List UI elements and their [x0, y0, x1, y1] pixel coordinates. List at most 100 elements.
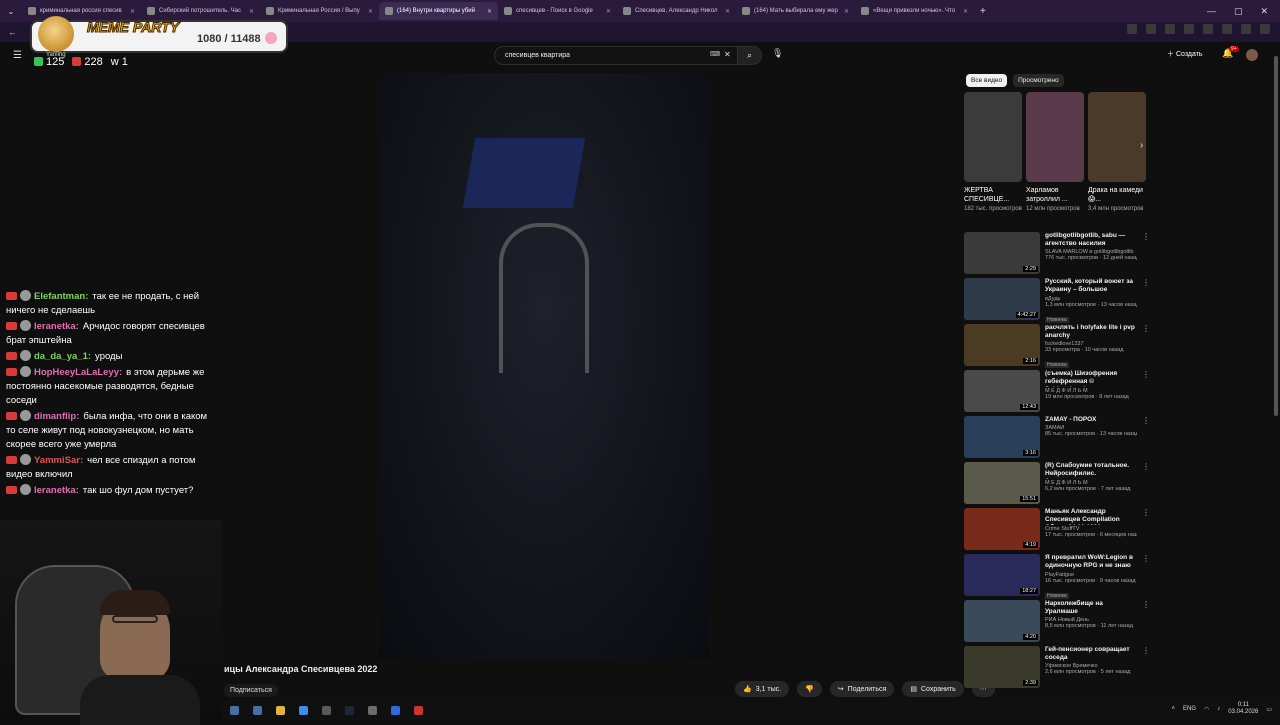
chevron-right-icon[interactable]: › — [1140, 140, 1143, 151]
short-title[interactable]: Харламов затроллил ... — [1026, 186, 1084, 204]
video-thumbnail[interactable]: 4:19 — [964, 508, 1040, 550]
star-icon[interactable] — [1184, 24, 1194, 34]
tab-close-icon[interactable]: ✕ — [368, 8, 373, 15]
start-icon[interactable] — [230, 705, 239, 715]
tab-close-icon[interactable]: ✕ — [487, 8, 492, 15]
tray-chevron-icon[interactable]: ˄ — [1172, 706, 1176, 712]
video-title[interactable]: расчлять i holyfake lite i pvp anarchy — [1045, 324, 1137, 340]
recommended-video[interactable]: 4:42:27 Русский, который воюет за Украину… — [964, 278, 1150, 324]
recommended-video[interactable]: 12:43 (съемка) Шизофрения гебефренная © S… — [964, 370, 1150, 416]
search-button[interactable]: ⌕ — [738, 46, 762, 65]
video-title[interactable]: (R) Слабоумие тотальное. Нейросифилис. А… — [1045, 462, 1137, 479]
wallet-icon[interactable] — [1203, 24, 1213, 34]
page-scrollbar[interactable] — [1274, 56, 1278, 416]
browser-tab[interactable]: (164) Внутри квартиры убий ✕ — [379, 2, 498, 20]
search-task-icon[interactable] — [253, 705, 262, 715]
chat-username[interactable]: HopHeeyLaLaLeyy: — [34, 367, 122, 378]
profile-icon[interactable] — [1260, 24, 1270, 34]
more-options-icon[interactable]: ⋮ — [1142, 324, 1150, 370]
filter-chip[interactable]: Просмотрено — [1013, 74, 1064, 87]
new-tab-button[interactable]: + — [980, 6, 986, 17]
browser-tab[interactable]: Криминальная Россия / Выпу ✕ — [260, 2, 379, 20]
filter-chip[interactable]: Все видео — [966, 74, 1008, 87]
more-options-icon[interactable]: ⋮ — [1142, 278, 1150, 324]
extensions-icon[interactable] — [1241, 24, 1251, 34]
video-thumbnail[interactable]: 4:42:27 — [964, 278, 1040, 320]
short-title[interactable]: Драка на камеди 😱... — [1088, 186, 1146, 204]
browser-tab[interactable]: спесивцев - Поиск в Google ✕ — [498, 2, 617, 20]
video-thumbnail[interactable]: 3:16 — [964, 416, 1040, 458]
volume-icon[interactable]: ♪ — [1217, 706, 1220, 712]
recording-icon[interactable] — [414, 705, 423, 715]
chat-username[interactable]: YammiSar: — [34, 455, 83, 466]
tab-menu-icon[interactable]: ⌄ — [0, 7, 22, 16]
recommended-video[interactable]: 4:19 Маньяк Александр Спесивцев Compilati… — [964, 508, 1150, 554]
wifi-icon[interactable]: ◠ — [1204, 706, 1209, 713]
more-options-icon[interactable]: ⋮ — [1142, 600, 1150, 646]
chat-username[interactable]: dimanflip: — [34, 411, 79, 422]
video-title[interactable]: Нарколежбище на Уралмаше — [1045, 600, 1137, 616]
video-player[interactable] — [379, 73, 709, 659]
short-thumbnail[interactable] — [1088, 92, 1146, 182]
tab-close-icon[interactable]: ✕ — [963, 8, 968, 15]
chat-username[interactable]: leranetka: — [34, 321, 79, 332]
recommended-video[interactable]: 2:39 Гей-пенсионер совращает соседа Уфимск… — [964, 646, 1150, 692]
explorer-icon[interactable] — [276, 705, 285, 715]
video-title[interactable]: ZAMAY - ПОРОХ — [1045, 416, 1137, 424]
search-input[interactable]: спесивцев квартира — [494, 46, 738, 65]
more-options-icon[interactable]: ⋮ — [1142, 554, 1150, 600]
account-avatar[interactable] — [1246, 49, 1258, 61]
create-button[interactable]: ＋ Создать — [1167, 49, 1203, 59]
video-title[interactable]: gotlibgotlibgotlib, sabu — агентство нас… — [1045, 232, 1137, 248]
short-thumbnail[interactable] — [1026, 92, 1084, 182]
save-button[interactable]: ▤ Сохранить — [902, 681, 964, 697]
video-thumbnail[interactable]: 2:29 — [964, 232, 1040, 274]
video-thumbnail[interactable]: 4:20 — [964, 600, 1040, 642]
video-thumbnail[interactable]: 18:27 — [964, 554, 1040, 596]
browser-icon[interactable] — [299, 705, 308, 715]
more-options-icon[interactable]: ⋮ — [1142, 646, 1150, 692]
recommended-video[interactable]: 2:29 gotlibgotlibgotlib, sabu — агентство… — [964, 232, 1150, 278]
video-title[interactable]: (съемка) Шизофрения гебефренная © Schizo… — [1045, 370, 1137, 387]
browser-tab[interactable]: «Вещи привезли ночью». Что ✕ — [855, 2, 974, 20]
zoom-icon[interactable] — [1146, 24, 1156, 34]
video-title[interactable]: Гей-пенсионер совращает соседа — [1045, 646, 1137, 662]
share-icon[interactable] — [1165, 24, 1175, 34]
video-thumbnail[interactable]: 12:43 — [964, 370, 1040, 412]
steam-icon[interactable] — [345, 705, 354, 715]
tab-close-icon[interactable]: ✕ — [606, 8, 611, 15]
tab-close-icon[interactable]: ✕ — [249, 8, 254, 15]
obs-icon[interactable] — [391, 705, 400, 715]
lang-indicator[interactable]: ENG — [1183, 706, 1196, 712]
more-options-icon[interactable]: ⋮ — [1142, 508, 1150, 554]
video-title[interactable]: Русский, который воюет за Украину – боль… — [1045, 278, 1137, 295]
tab-close-icon[interactable]: ✕ — [844, 8, 849, 15]
short-thumbnail[interactable] — [964, 92, 1022, 182]
share-button[interactable]: ↪ Поделиться — [829, 681, 895, 697]
video-thumbnail[interactable]: 2:16 — [964, 324, 1040, 366]
mic-icon[interactable]: 🎙 — [772, 48, 783, 59]
browser-tab[interactable]: (164) Мать выбирала ему жер ✕ — [736, 2, 855, 20]
browser-tab[interactable]: Спесивцев, Александр Никол ✕ — [617, 2, 736, 20]
tab-close-icon[interactable]: ✕ — [130, 8, 135, 15]
recommended-video[interactable]: 18:27 Я превратил WoW:Legion в одиночную … — [964, 554, 1150, 600]
clock[interactable]: 0:11 03.04.2026 — [1228, 702, 1258, 716]
short-item[interactable]: Харламов затроллил ... 12 млн просмотров — [1026, 92, 1084, 212]
menu-icon[interactable]: ☰ — [13, 50, 22, 61]
shield-icon[interactable] — [1222, 24, 1232, 34]
short-title[interactable]: ЖЕРТВА СПЕСИВЦЕ... — [964, 186, 1022, 204]
chat-username[interactable]: da_da_ya_1: — [34, 351, 91, 362]
more-options-icon[interactable]: ⋮ — [1142, 370, 1150, 416]
video-title[interactable]: Маньяк Александр Спесивцев Compilation О… — [1045, 508, 1137, 525]
recommended-video[interactable]: 3:16 ZAMAY - ПОРОХ ЗАМАЙ 85 тыс. просмотров… — [964, 416, 1150, 462]
dislike-button[interactable]: 👎 — [797, 681, 822, 697]
maximize-icon[interactable]: ▢ — [1234, 6, 1243, 17]
video-title[interactable]: Я превратил WoW:Legion в одиночную RPG и… — [1045, 554, 1137, 571]
keyboard-icon[interactable]: ⌨ — [710, 50, 720, 58]
notification-center-icon[interactable]: ▭ — [1266, 706, 1272, 713]
app-icon[interactable] — [322, 705, 331, 715]
back-icon[interactable]: ← — [8, 27, 17, 37]
recommended-video[interactable]: 4:20 Нарколежбище на Уралмаше РИА Новый Де… — [964, 600, 1150, 646]
like-button[interactable]: 👍 3,1 тыс. — [735, 681, 790, 697]
browser-tab[interactable]: криминальная россия спесив ✕ — [22, 2, 141, 20]
